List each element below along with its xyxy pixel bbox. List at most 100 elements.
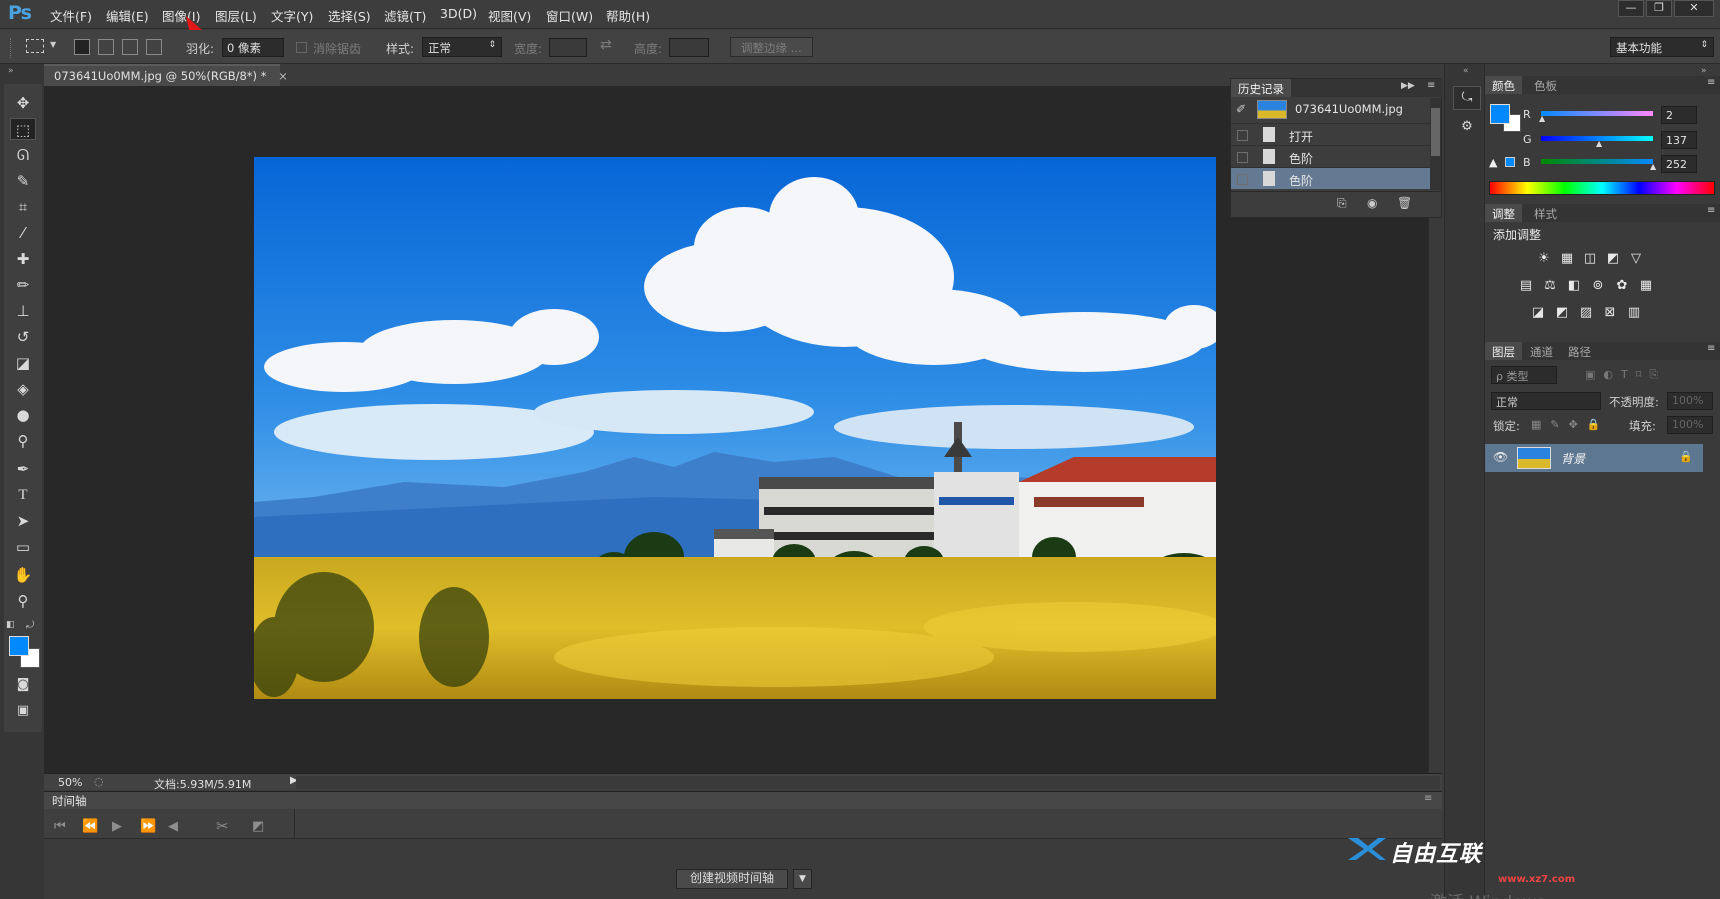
- path-select-tool-icon[interactable]: ➤: [10, 510, 36, 532]
- rectangle-tool-icon[interactable]: ▭: [10, 536, 36, 558]
- history-snapshot[interactable]: ✐ 073641Uo0MM.jpg: [1231, 98, 1431, 122]
- expand-icon[interactable]: «: [1463, 66, 1469, 76]
- web-safe-color-swatch[interactable]: [1505, 157, 1515, 167]
- tab-adjustments[interactable]: 调整: [1485, 204, 1522, 222]
- panel-menu-icon[interactable]: ≡: [1707, 205, 1715, 216]
- layer-filter-icons[interactable]: ▣◐T⌑⎘: [1585, 368, 1666, 382]
- width-input[interactable]: [549, 38, 587, 57]
- color-lookup-icon[interactable]: ▦: [1639, 279, 1653, 293]
- menu-help[interactable]: 帮助(H): [606, 6, 650, 25]
- hand-tool-icon[interactable]: ✋: [10, 564, 36, 586]
- menu-3d[interactable]: 3D(D): [440, 6, 477, 21]
- create-video-timeline-button[interactable]: 创建视频时间轴: [676, 869, 788, 889]
- swap-icon[interactable]: ⇄: [600, 37, 612, 53]
- new-document-from-state-icon[interactable]: ⎘: [1337, 196, 1347, 211]
- blur-tool-icon[interactable]: ●: [10, 404, 36, 426]
- split-icon[interactable]: ✂: [216, 817, 229, 835]
- menu-filter[interactable]: 滤镜(T): [384, 6, 426, 25]
- status-info-icon[interactable]: ◌: [94, 775, 104, 788]
- panel-menu-icon[interactable]: ≡: [1707, 77, 1715, 88]
- trash-icon[interactable]: 🗑: [1397, 196, 1412, 210]
- history-item[interactable]: 色阶: [1231, 145, 1439, 167]
- history-item-selected[interactable]: 色阶: [1231, 167, 1439, 189]
- panel-menu-icon[interactable]: ≡: [1424, 793, 1432, 804]
- threshold-icon[interactable]: ▨: [1579, 306, 1593, 320]
- properties-panel-icon[interactable]: ⚙: [1453, 116, 1481, 140]
- zoom-level[interactable]: 50%: [58, 776, 82, 789]
- minimize-button[interactable]: —: [1618, 0, 1644, 17]
- curves-icon[interactable]: ◫: [1583, 252, 1597, 266]
- gradient-map-icon[interactable]: ▥: [1627, 306, 1641, 320]
- tab-paths[interactable]: 路径: [1561, 342, 1598, 360]
- refine-edge-button[interactable]: 调整边缘 ...: [730, 37, 813, 57]
- eye-visibility-icon[interactable]: 👁: [1493, 450, 1508, 464]
- timeline-tab[interactable]: 时间轴: [52, 793, 87, 809]
- levels-icon[interactable]: ▦: [1560, 252, 1574, 266]
- red-value-input[interactable]: 2: [1661, 106, 1697, 124]
- fill-input[interactable]: 100%: [1667, 416, 1713, 434]
- eraser-tool-icon[interactable]: ◪: [10, 352, 36, 374]
- layer-filter-select[interactable]: ρ 类型: [1491, 366, 1557, 384]
- gamut-warning-icon[interactable]: ▲: [1489, 156, 1497, 169]
- history-panel-icon[interactable]: ⤿: [1453, 86, 1481, 110]
- restore-button[interactable]: ❐: [1646, 0, 1672, 17]
- expand-icon[interactable]: ▶▶: [1401, 81, 1415, 91]
- posterize-icon[interactable]: ◩: [1555, 306, 1569, 320]
- history-checkbox[interactable]: [1237, 174, 1248, 185]
- collapse-icon[interactable]: »: [8, 66, 14, 76]
- exposure-icon[interactable]: ◩: [1606, 252, 1620, 266]
- workspace-select[interactable]: 基本功能 ⇕: [1610, 37, 1714, 57]
- audio-icon[interactable]: ◀: [168, 819, 178, 834]
- swap-colors-icon[interactable]: ⤾: [26, 620, 34, 631]
- menu-window[interactable]: 窗口(W): [546, 6, 593, 25]
- invert-icon[interactable]: ◪: [1531, 306, 1545, 320]
- photo-filter-icon[interactable]: ⊚: [1591, 279, 1605, 293]
- history-checkbox[interactable]: [1237, 152, 1248, 163]
- blue-value-input[interactable]: 252: [1661, 155, 1697, 173]
- channel-mixer-icon[interactable]: ✿: [1615, 279, 1629, 293]
- move-tool-icon[interactable]: ✥: [10, 92, 36, 114]
- red-slider[interactable]: [1541, 111, 1653, 116]
- prev-frame-icon[interactable]: ⏪: [82, 819, 98, 834]
- type-tool-icon[interactable]: T: [10, 484, 36, 506]
- height-input[interactable]: [669, 38, 709, 57]
- document-image[interactable]: [254, 157, 1216, 699]
- slider-handle-icon[interactable]: ▲: [1650, 162, 1656, 171]
- history-item[interactable]: 打开: [1231, 123, 1439, 145]
- lasso-tool-icon[interactable]: ᘏ: [10, 144, 36, 166]
- document-tab[interactable]: 073641Uo0MM.jpg @ 50%(RGB/8*) * ×: [44, 64, 288, 86]
- camera-icon[interactable]: ◉: [1367, 196, 1377, 210]
- antialias-checkbox[interactable]: [296, 42, 307, 53]
- horizontal-scrollbar[interactable]: [296, 776, 1440, 789]
- default-colors-icon[interactable]: ◧: [6, 620, 15, 630]
- layer-row-background[interactable]: 👁 背景 🔒: [1485, 444, 1703, 472]
- tab-layers[interactable]: 图层: [1485, 342, 1522, 360]
- pen-tool-icon[interactable]: ✒: [10, 458, 36, 480]
- crop-tool-icon[interactable]: ⌗: [10, 196, 36, 218]
- marquee-tool-icon[interactable]: ⬚: [10, 118, 36, 140]
- foreground-color-swatch[interactable]: [9, 636, 29, 656]
- add-selection-icon[interactable]: [98, 39, 114, 55]
- eyedropper-tool-icon[interactable]: ⁄: [10, 222, 36, 244]
- foreground-color-swatch[interactable]: [1490, 104, 1510, 124]
- black-white-icon[interactable]: ◧: [1567, 279, 1581, 293]
- subtract-selection-icon[interactable]: [122, 39, 138, 55]
- marquee-preset-icon[interactable]: [26, 39, 44, 53]
- healing-brush-tool-icon[interactable]: ✚: [10, 248, 36, 270]
- lock-icons[interactable]: ▦✎✥🔒: [1531, 418, 1610, 431]
- menu-select[interactable]: 选择(S): [328, 6, 371, 25]
- first-frame-icon[interactable]: ⏮: [54, 819, 66, 834]
- play-icon[interactable]: ▶: [112, 819, 122, 834]
- slider-handle-icon[interactable]: ▲: [1596, 139, 1602, 148]
- slider-handle-icon[interactable]: ▲: [1539, 114, 1545, 123]
- history-brush-source-icon[interactable]: ✐: [1236, 102, 1246, 116]
- close-button[interactable]: ✕: [1674, 0, 1714, 17]
- vibrance-icon[interactable]: ▽: [1629, 252, 1643, 266]
- hue-saturation-icon[interactable]: ▤: [1519, 279, 1533, 293]
- menu-file[interactable]: 文件(F): [50, 6, 92, 25]
- quick-mask-icon[interactable]: ◙: [10, 674, 36, 696]
- blue-slider[interactable]: [1541, 159, 1653, 164]
- green-value-input[interactable]: 137: [1661, 131, 1697, 149]
- new-selection-icon[interactable]: [74, 39, 90, 55]
- opacity-input[interactable]: 100%: [1667, 392, 1713, 410]
